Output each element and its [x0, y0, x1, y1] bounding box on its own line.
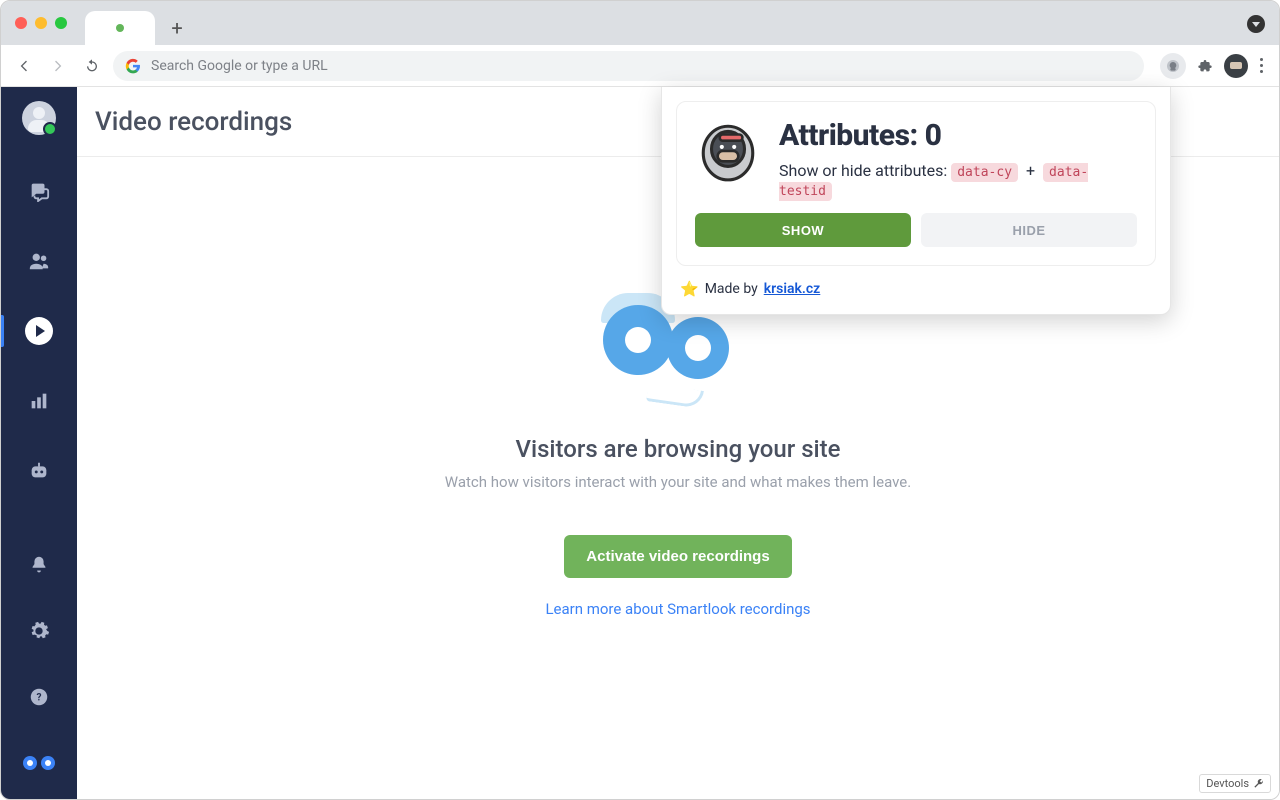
sidebar-item-settings[interactable] — [1, 611, 77, 651]
window-minimize-button[interactable] — [35, 17, 47, 29]
activate-recordings-button[interactable]: Activate video recordings — [564, 535, 791, 578]
bot-icon — [28, 460, 50, 482]
extension-button-row: SHOW HIDE — [695, 213, 1137, 247]
window-zoom-button[interactable] — [55, 17, 67, 29]
browser-menu-button[interactable] — [1254, 58, 1269, 73]
play-icon — [25, 317, 53, 345]
empty-state-subline: Watch how visitors interact with your si… — [445, 473, 911, 491]
learn-more-link[interactable]: Learn more about Smartlook recordings — [545, 600, 810, 618]
window-controls — [15, 1, 85, 45]
extension-footer: ⭐ Made by krsiak.cz — [662, 266, 1170, 314]
page-title: Video recordings — [95, 107, 292, 137]
empty-state-headline: Visitors are browsing your site — [515, 435, 840, 463]
extension-card: Attributes: 0 Show or hide attributes: d… — [676, 101, 1156, 266]
extension-madeby-link[interactable]: krsiak.cz — [764, 281, 821, 297]
bar-chart-icon — [28, 390, 50, 412]
extension-description: Show or hide attributes: data-cy + data-… — [779, 161, 1137, 199]
gear-icon — [28, 620, 50, 642]
extension-count: 0 — [925, 118, 942, 153]
users-icon — [28, 250, 50, 272]
tab-strip: + — [1, 1, 1279, 45]
sidebar-item-notifications[interactable] — [1, 545, 77, 585]
bell-icon — [28, 554, 50, 576]
extension-hide-button[interactable]: HIDE — [921, 213, 1137, 247]
extensions-menu-button[interactable] — [1192, 53, 1218, 79]
sidebar-avatar[interactable] — [22, 101, 56, 135]
extension-tag-datacy: data-cy — [951, 163, 1018, 182]
address-bar[interactable]: Search Google or type a URL — [113, 51, 1144, 81]
devtools-label: Devtools — [1206, 777, 1249, 790]
sidebar-item-brand[interactable] — [1, 743, 77, 783]
tab-favicon — [116, 24, 124, 32]
wrench-icon — [1253, 778, 1264, 789]
reload-button[interactable] — [79, 53, 105, 79]
toolbar-actions — [1152, 53, 1269, 79]
window-close-button[interactable] — [15, 17, 27, 29]
address-bar-placeholder: Search Google or type a URL — [151, 58, 328, 74]
brand-eyes-icon — [23, 756, 55, 770]
star-icon: ⭐ — [680, 280, 699, 298]
extension-popup: Attributes: 0 Show or hide attributes: d… — [661, 87, 1171, 315]
browser-window: + Search Google or type a URL — [0, 0, 1280, 800]
sidebar-item-users[interactable] — [1, 241, 77, 281]
help-icon: ? — [28, 686, 50, 708]
sidebar-item-integrations[interactable] — [1, 451, 77, 491]
tab-list-button[interactable] — [1247, 15, 1265, 33]
devtools-badge[interactable]: Devtools — [1199, 774, 1271, 793]
sidebar-item-help[interactable]: ? — [1, 677, 77, 717]
browser-toolbar: Search Google or type a URL — [1, 45, 1279, 87]
extension-madeby-prefix: Made by — [705, 281, 758, 297]
forward-button[interactable] — [45, 53, 71, 79]
sidebar-item-analytics[interactable] — [1, 381, 77, 421]
extension-title: Attributes: 0 — [779, 118, 1137, 153]
chat-icon — [28, 180, 50, 202]
browser-tab[interactable] — [85, 11, 155, 45]
extension-desc-prefix: Show or hide attributes: — [779, 161, 951, 180]
sidebar-item-recordings[interactable] — [1, 311, 77, 351]
extension-logo-icon — [695, 118, 761, 184]
new-tab-button[interactable]: + — [163, 14, 191, 42]
svg-text:?: ? — [36, 693, 41, 704]
extension-tag-plus: + — [1026, 161, 1035, 180]
extension-title-prefix: Attributes: — [779, 118, 925, 153]
profile-button[interactable] — [1224, 54, 1248, 78]
search-provider-icon — [125, 58, 141, 74]
extension-button[interactable] — [1160, 53, 1186, 79]
sidebar: ? — [1, 87, 77, 799]
sidebar-item-conversations[interactable] — [1, 171, 77, 211]
back-button[interactable] — [11, 53, 37, 79]
extension-show-button[interactable]: SHOW — [695, 213, 911, 247]
